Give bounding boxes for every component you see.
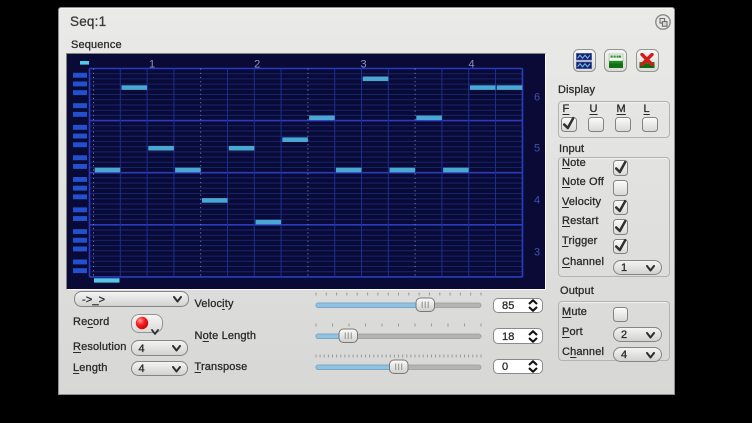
svg-text:1: 1 <box>149 59 155 71</box>
svg-text:4: 4 <box>469 59 475 71</box>
svg-text:5: 5 <box>534 143 540 155</box>
svg-text:6: 6 <box>534 92 540 104</box>
svg-text:2: 2 <box>254 59 260 71</box>
svg-text:3: 3 <box>361 59 367 71</box>
svg-text:4: 4 <box>534 195 540 207</box>
svg-text:3: 3 <box>534 247 540 259</box>
